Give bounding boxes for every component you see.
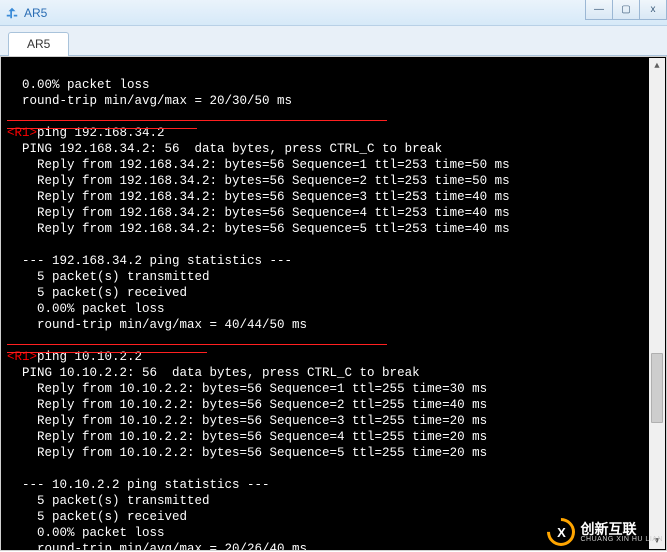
- tab-ar5[interactable]: AR5: [8, 32, 69, 56]
- app-icon: [4, 5, 20, 21]
- term-line: Reply from 10.10.2.2: bytes=56 Sequence=…: [7, 382, 487, 396]
- close-button[interactable]: x: [639, 0, 667, 20]
- scroll-thumb[interactable]: [651, 353, 663, 423]
- annotation-line: [7, 344, 387, 345]
- watermark-logo-icon: X: [546, 517, 576, 547]
- tab-bar: AR5: [0, 26, 667, 56]
- term-line: round-trip min/avg/max = 20/26/40 ms: [7, 542, 307, 551]
- term-line: 5 packet(s) transmitted: [7, 270, 210, 284]
- term-line: --- 192.168.34.2 ping statistics ---: [7, 254, 292, 268]
- watermark-text: 创新互联 CHUANG XIN HU LIAN: [580, 522, 663, 543]
- term-line: Reply from 10.10.2.2: bytes=56 Sequence=…: [7, 446, 487, 460]
- term-line: 5 packet(s) transmitted: [7, 494, 210, 508]
- watermark-en: CHUANG XIN HU LIAN: [580, 536, 663, 543]
- term-line: 0.00% packet loss: [7, 78, 150, 92]
- scroll-up-arrow[interactable]: ▲: [651, 58, 663, 74]
- term-line: round-trip min/avg/max = 20/30/50 ms: [7, 94, 292, 108]
- watermark-cn: 创新互联: [580, 522, 663, 536]
- window-titlebar: AR5 — ▢ x: [0, 0, 667, 26]
- term-line: Reply from 192.168.34.2: bytes=56 Sequen…: [7, 206, 510, 220]
- term-line: 0.00% packet loss: [7, 526, 165, 540]
- term-line: Reply from 10.10.2.2: bytes=56 Sequence=…: [7, 414, 487, 428]
- term-line: 5 packet(s) received: [7, 510, 187, 524]
- minimize-button[interactable]: —: [585, 0, 613, 20]
- term-line: Reply from 10.10.2.2: bytes=56 Sequence=…: [7, 398, 487, 412]
- term-line: PING 10.10.2.2: 56 data bytes, press CTR…: [7, 366, 420, 380]
- terminal-output[interactable]: 0.00% packet loss round-trip min/avg/max…: [0, 56, 667, 551]
- terminal-scrollbar[interactable]: ▲ ▼: [649, 58, 665, 549]
- maximize-button[interactable]: ▢: [612, 0, 640, 20]
- watermark: X 创新互联 CHUANG XIN HU LIAN: [546, 517, 663, 547]
- term-line: PING 192.168.34.2: 56 data bytes, press …: [7, 142, 442, 156]
- term-line: Reply from 10.10.2.2: bytes=56 Sequence=…: [7, 430, 487, 444]
- window-controls: — ▢ x: [586, 0, 667, 20]
- term-line: Reply from 192.168.34.2: bytes=56 Sequen…: [7, 158, 510, 172]
- term-line: Reply from 192.168.34.2: bytes=56 Sequen…: [7, 174, 510, 188]
- term-line: Reply from 192.168.34.2: bytes=56 Sequen…: [7, 190, 510, 204]
- tab-label: AR5: [27, 37, 50, 51]
- term-line: round-trip min/avg/max = 40/44/50 ms: [7, 318, 307, 332]
- annotation-line: [7, 128, 197, 129]
- watermark-logo-letter: X: [557, 525, 566, 540]
- term-line: 0.00% packet loss: [7, 302, 165, 316]
- term-line: Reply from 192.168.34.2: bytes=56 Sequen…: [7, 222, 510, 236]
- annotation-line: [7, 352, 207, 353]
- term-line: 5 packet(s) received: [7, 286, 187, 300]
- term-line: --- 10.10.2.2 ping statistics ---: [7, 478, 270, 492]
- annotation-line: [7, 120, 387, 121]
- window-title: AR5: [24, 6, 47, 20]
